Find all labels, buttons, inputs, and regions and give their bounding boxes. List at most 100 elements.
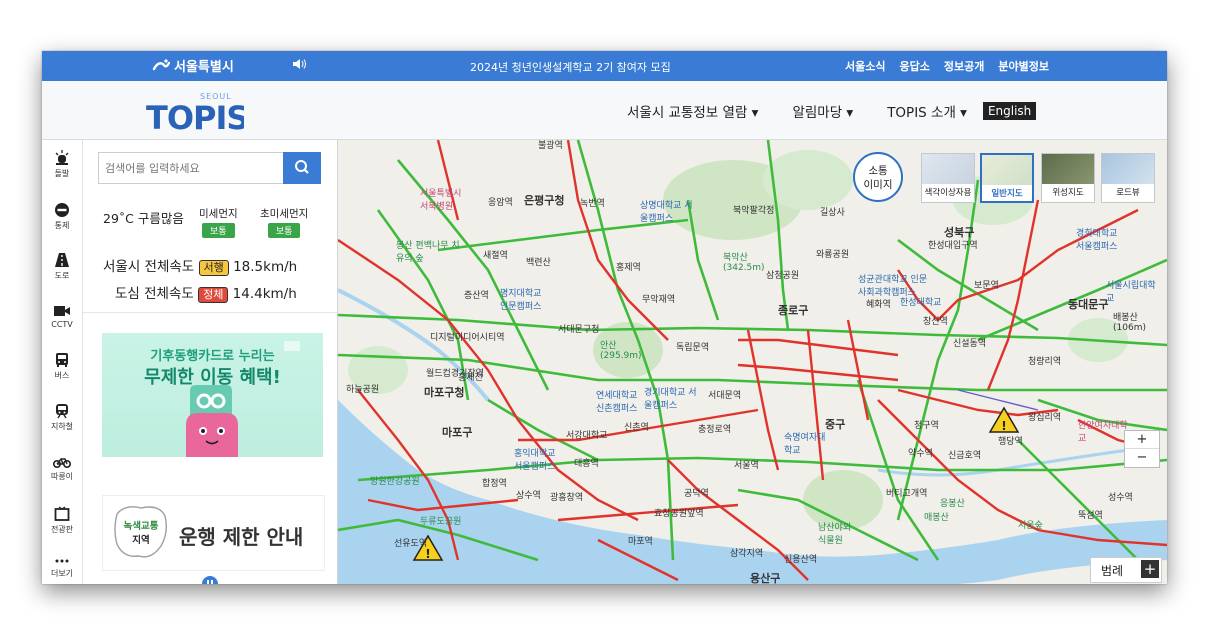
map-label: 신설동역	[953, 339, 987, 349]
seoul-speed-value: 18.5km/h	[233, 259, 298, 275]
map-type-roadview[interactable]: 로드뷰	[1101, 153, 1155, 203]
sidebar-item-more[interactable]: 더보기	[42, 556, 82, 579]
map-label: 대흥역	[574, 459, 599, 469]
map-label: 남산야외식물원	[818, 523, 852, 546]
sidebar-item-incident[interactable]: 돌발	[42, 150, 82, 179]
map-label: 홍제역	[616, 263, 641, 273]
flow-button-line-1: 소통	[868, 165, 888, 177]
sidebar-item-cctv[interactable]: CCTV	[42, 304, 82, 329]
nav-traffic-info[interactable]: 서울시 교통정보 열람 ▾	[627, 101, 758, 121]
map-label: 약수역	[908, 449, 933, 459]
top-link-seoul-news[interactable]: 서울소식	[845, 58, 885, 74]
map-label: 배봉산 (106m)	[1113, 313, 1146, 333]
top-link-info-disclosure[interactable]: 정보공개	[944, 58, 984, 74]
camera-icon	[54, 306, 70, 316]
topis-logo[interactable]: SEOUL TOPIS	[144, 87, 249, 137]
map-label: 한양여자대학교	[1078, 421, 1128, 444]
downtown-speed-row: 도심 전체속도 정체 14.4km/h	[115, 282, 297, 303]
zoom-out-button[interactable]: −	[1125, 449, 1159, 466]
legend-button[interactable]: 범례 +	[1090, 557, 1162, 583]
map-label: 충정로역	[698, 425, 732, 435]
speaker-icon[interactable]	[292, 58, 308, 73]
sidebar-item-bike[interactable]: 따릉이	[42, 455, 82, 482]
pause-icon	[207, 580, 213, 584]
bus-icon	[56, 353, 68, 367]
map-label: 상수역	[516, 491, 541, 501]
map-label: 신금호역	[948, 451, 982, 461]
traffic-map[interactable]: ! ! 불광역 은평구청 녹번역 응암역 새절역 북악팔각정 길상사 상명대학교…	[338, 140, 1167, 584]
map-label: 삼각지역	[730, 549, 764, 559]
weather-text: 29˚C 구름많음	[103, 211, 184, 226]
sidebar-item-control[interactable]: 통제	[42, 202, 82, 231]
seoul-city-logo[interactable]: 서울특별시	[152, 56, 234, 75]
bike-icon	[53, 458, 71, 468]
alert-light-icon	[55, 150, 69, 165]
more-icon	[55, 559, 69, 563]
traffic-flow-image-button[interactable]: 소통 이미지	[853, 152, 903, 202]
legend-label: 범례	[1101, 564, 1124, 578]
map-label: 효창공원앞역	[654, 509, 704, 519]
logo-topis-text: TOPIS	[146, 99, 244, 133]
seoul-city-name: 서울특별시	[174, 60, 234, 75]
zoom-in-button[interactable]: +	[1125, 431, 1159, 449]
map-label: 서강대학교	[566, 431, 608, 441]
downtown-speed-label: 도심 전체속도	[115, 286, 194, 302]
sidebar-label: 통제	[54, 221, 70, 230]
map-label: 보문역	[974, 281, 999, 291]
sidebar-item-display-board[interactable]: 전광판	[42, 506, 82, 535]
banner-pause-button[interactable]	[202, 576, 218, 584]
top-link-eungdapso[interactable]: 응답소	[900, 58, 930, 74]
seoul-speed-label: 서울시 전체속도	[103, 259, 195, 275]
info-panel: 29˚C 구름많음 미세먼지 보통 초미세먼지 보통 서울시 전체속도 서행 1…	[83, 140, 338, 584]
map-label: 마포구청	[424, 386, 465, 399]
road-icon	[55, 253, 69, 267]
map-label: 연세대학교 신촌캠퍼스	[596, 391, 638, 414]
search-button[interactable]	[283, 152, 321, 184]
map-type-satellite[interactable]: 위성지도	[1041, 153, 1095, 203]
top-link-field-info[interactable]: 분야별정보	[998, 58, 1049, 74]
seoul-speed-status-badge: 서행	[198, 260, 229, 276]
sidebar-label: 더보기	[50, 569, 74, 578]
badge-line-2: 지역	[132, 534, 149, 546]
english-button[interactable]: English	[982, 102, 1037, 120]
map-label: 경희대학교 서울캠퍼스	[1076, 229, 1118, 252]
map-label: 서울특별시 서북병원	[420, 189, 462, 212]
map-label: 용산구	[750, 572, 781, 584]
sidebar-label: CCTV	[51, 320, 73, 329]
nav-notice[interactable]: 알림마당 ▾	[792, 101, 853, 121]
map-type-label: 로드뷰	[1116, 188, 1140, 198]
nav-topis-about[interactable]: TOPIS 소개 ▾	[887, 101, 967, 121]
green-zone-banner[interactable]: 녹색교통 지역 운행 제한 안내	[102, 495, 325, 571]
climate-card-banner[interactable]: 기후동행카드로 누리는 무제한 이동 혜택!	[102, 333, 323, 457]
sidebar-item-subway[interactable]: 지하철	[42, 403, 82, 432]
notice-ticker[interactable]: 2024년 청년인생설계학교 2기 참여자 모집	[470, 59, 671, 75]
main-nav: 서울시 교통정보 열람 ▾ 알림마당 ▾ TOPIS 소개 ▾ English	[627, 101, 1037, 121]
fine-dust-badge: 보통	[267, 223, 301, 238]
map-label: 동대문구	[1068, 298, 1109, 311]
sidebar-item-bus[interactable]: 버스	[42, 352, 82, 381]
map-label: 월드컵경기장역	[426, 369, 484, 379]
map-label: 홍익대학교 서울캠퍼스	[514, 449, 556, 472]
downtown-speed-value: 14.4km/h	[232, 286, 297, 302]
map-label: 독립문역	[676, 343, 710, 353]
map-label: 한성대학교	[900, 298, 942, 308]
panel-divider	[83, 312, 337, 313]
map-label: 왕십리역	[1028, 413, 1062, 423]
map-label: 선유도역	[394, 539, 428, 549]
map-type-colorblind[interactable]: 색각이상자용	[921, 153, 975, 203]
map-label: 두류도공원	[420, 517, 462, 527]
sidebar-label: 따릉이	[50, 472, 74, 481]
map-type-label: 위성지도	[1052, 188, 1084, 198]
map-label: 혜화역	[866, 300, 891, 310]
sidebar-label: 도로	[54, 271, 70, 280]
flow-button-line-2: 이미지	[863, 179, 893, 191]
map-type-label: 일반지도	[991, 189, 1023, 199]
map-label: 상명대학교 서울캠퍼스	[640, 201, 693, 224]
search-input[interactable]	[99, 153, 295, 183]
map-type-normal[interactable]: 일반지도	[980, 153, 1034, 203]
left-icon-bar: 돌발 통제 도로 CCTV 버스 지하철 따릉이 전광판 더보기	[42, 140, 83, 584]
sidebar-item-road[interactable]: 도로	[42, 252, 82, 281]
map-label: 불광역	[538, 141, 563, 151]
map-thumb	[1042, 154, 1094, 184]
map-label: 명지대학교 인문캠퍼스	[500, 289, 542, 312]
